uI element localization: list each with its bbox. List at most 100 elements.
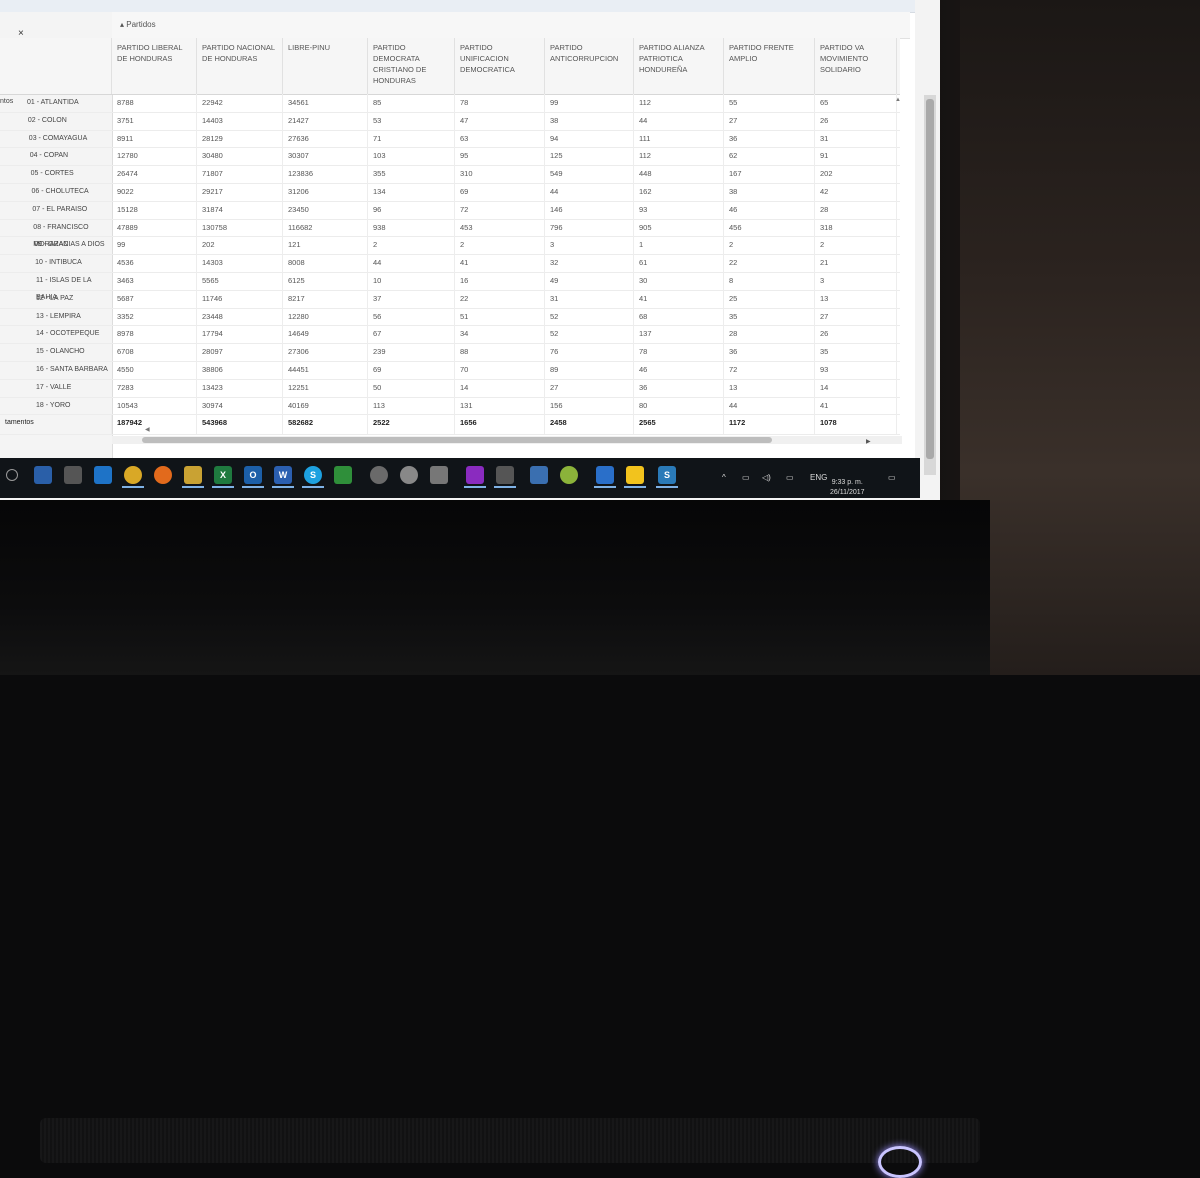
table-cell[interactable]: 27636	[283, 129, 368, 148]
table-cell[interactable]: 125	[545, 147, 634, 166]
table-cell[interactable]: 2	[815, 236, 897, 255]
table-cell[interactable]: 72	[455, 200, 545, 219]
column-header[interactable]: PARTIDO VA MOVIMIENTO SOLIDARIO	[815, 38, 897, 94]
table-row[interactable]: 16 - SANTA BARBARA 4550 38806 44451 69 70 89 46…	[0, 361, 900, 380]
skype-icon[interactable]: S	[304, 466, 322, 484]
column-header[interactable]: LIBRE-PINU	[283, 38, 368, 94]
sticky-notes-icon[interactable]	[626, 466, 644, 484]
table-cell[interactable]: 56	[368, 307, 455, 326]
table-cell[interactable]: 52	[545, 325, 634, 344]
table-cell[interactable]: 3352	[112, 307, 197, 326]
table-cell[interactable]: 14649	[283, 325, 368, 344]
table-cell[interactable]: 26	[815, 325, 897, 344]
table-cell[interactable]: 28	[724, 325, 815, 344]
table-cell[interactable]: 76	[545, 343, 634, 361]
table-cell[interactable]: 8	[724, 272, 815, 290]
table-row[interactable]: 14 - OCOTEPEQUE 8978 17794 14649 67 34 52 137 28…	[0, 325, 900, 345]
table-cell[interactable]: 13423	[197, 378, 283, 397]
table-cell[interactable]: 65	[815, 94, 897, 112]
table-row[interactable]: 17 - VALLE 7283 13423 12251 50 14 27 36 13 14	[0, 378, 900, 398]
table-cell[interactable]: 167	[724, 165, 815, 183]
totals-row[interactable]: tamentos 187942 543968 582682 2522 1656 2458 25…	[0, 414, 900, 436]
total-cell[interactable]: 187942	[112, 414, 197, 435]
table-cell[interactable]: 78	[634, 343, 724, 361]
table-cell[interactable]: 22	[455, 289, 545, 308]
table-cell[interactable]: 8788	[112, 94, 197, 112]
table-cell[interactable]: 3	[815, 272, 897, 290]
table-cell[interactable]: 47889	[112, 218, 197, 237]
table-cell[interactable]: 13	[815, 289, 897, 308]
table-row[interactable]: 10 - INTIBUCA 4536 14303 8008 44 41 32 61 22 21	[0, 254, 900, 273]
column-header[interactable]: PARTIDO DEMOCRATA CRISTIANO DE HONDURAS	[368, 38, 455, 94]
database-icon[interactable]	[530, 466, 548, 484]
table-row[interactable]: 01 - ATLANTIDA 8788 22942 34561 85 78 99 112 55 6…	[0, 94, 900, 113]
table-cell[interactable]: 116682	[283, 218, 368, 237]
table-cell[interactable]: 95	[455, 147, 545, 166]
table-row[interactable]: 06 - CHOLUTECA 9022 29217 31206 134 69 44 162 38…	[0, 183, 900, 202]
firefox-icon[interactable]	[154, 466, 172, 484]
table-cell[interactable]: 137	[634, 325, 724, 344]
table-cell[interactable]: 3	[545, 236, 634, 255]
table-cell[interactable]: 78	[455, 94, 545, 112]
table-cell[interactable]: 37	[368, 289, 455, 308]
table-cell[interactable]: 16	[455, 272, 545, 290]
table-cell[interactable]: 938	[368, 218, 455, 237]
total-cell[interactable]: 1172	[724, 414, 815, 435]
table-cell[interactable]: 99	[545, 94, 634, 112]
table-cell[interactable]: 905	[634, 218, 724, 237]
table-cell[interactable]: 3751	[112, 111, 197, 130]
table-cell[interactable]: 71	[368, 129, 455, 148]
table-row[interactable]: 05 - CORTES 26474 71807 123836 355 310 549 448 1…	[0, 165, 900, 184]
table-cell[interactable]: 55	[724, 94, 815, 112]
scroll-up-arrow-icon[interactable]: ▲	[895, 97, 901, 103]
table-cell[interactable]: 34561	[283, 94, 368, 112]
column-header[interactable]: PARTIDO FRENTE AMPLIO	[724, 38, 815, 94]
table-cell[interactable]: 202	[815, 165, 897, 183]
table-cell[interactable]: 25	[724, 289, 815, 308]
table-cell[interactable]: 202	[197, 236, 283, 255]
visual-studio-icon[interactable]	[466, 466, 484, 484]
table-cell[interactable]: 71807	[197, 165, 283, 183]
table-cell[interactable]: 23450	[283, 200, 368, 219]
table-cell[interactable]: 70	[455, 361, 545, 379]
table-cell[interactable]: 162	[634, 183, 724, 201]
table-cell[interactable]: 28129	[197, 129, 283, 148]
table-cell[interactable]: 41	[815, 396, 897, 415]
edge-icon[interactable]	[94, 466, 112, 484]
horizontal-scroll-thumb[interactable]	[142, 437, 772, 443]
table-cell[interactable]: 49	[545, 272, 634, 290]
table-cell[interactable]: 156	[545, 396, 634, 415]
table-cell[interactable]: 85	[368, 94, 455, 112]
notifications-icon[interactable]: ▭	[888, 458, 896, 498]
table-cell[interactable]: 111	[634, 129, 724, 148]
table-cell[interactable]: 34	[455, 325, 545, 344]
table-cell[interactable]: 23448	[197, 307, 283, 326]
table-cell[interactable]: 134	[368, 183, 455, 201]
settings-gear-icon[interactable]	[400, 466, 418, 484]
column-header[interactable]: PARTIDO UNIFICACION DEMOCRATICA	[455, 38, 545, 94]
column-header[interactable]: PARTIDO ALIANZA PATRIOTICA HONDUREÑA	[634, 38, 724, 94]
tray-chevron-icon[interactable]: ^	[722, 458, 726, 498]
table-cell[interactable]: 32	[545, 254, 634, 272]
table-cell[interactable]: 28097	[197, 343, 283, 361]
table-cell[interactable]: 10	[368, 272, 455, 290]
excel-icon[interactable]: X	[214, 466, 232, 484]
table-cell[interactable]: 30974	[197, 396, 283, 415]
table-cell[interactable]: 31874	[197, 200, 283, 219]
table-cell[interactable]: 239	[368, 343, 455, 361]
table-cell[interactable]: 91	[815, 147, 897, 166]
table-cell[interactable]: 41	[634, 289, 724, 308]
table-cell[interactable]: 44	[545, 183, 634, 201]
table-cell[interactable]: 8008	[283, 254, 368, 272]
table-cell[interactable]: 35	[815, 343, 897, 361]
column-header[interactable]: PARTIDO LIBERAL DE HONDURAS	[112, 38, 197, 94]
table-cell[interactable]: 14	[455, 378, 545, 397]
scroll-right-arrow-icon[interactable]: ▶	[866, 438, 871, 445]
table-cell[interactable]: 62	[724, 147, 815, 166]
table-cell[interactable]: 448	[634, 165, 724, 183]
table-cell[interactable]: 5565	[197, 272, 283, 290]
table-cell[interactable]: 10543	[112, 396, 197, 415]
total-cell[interactable]: 543968	[197, 414, 283, 435]
table-cell[interactable]: 52	[545, 307, 634, 326]
table-cell[interactable]: 13	[724, 378, 815, 397]
